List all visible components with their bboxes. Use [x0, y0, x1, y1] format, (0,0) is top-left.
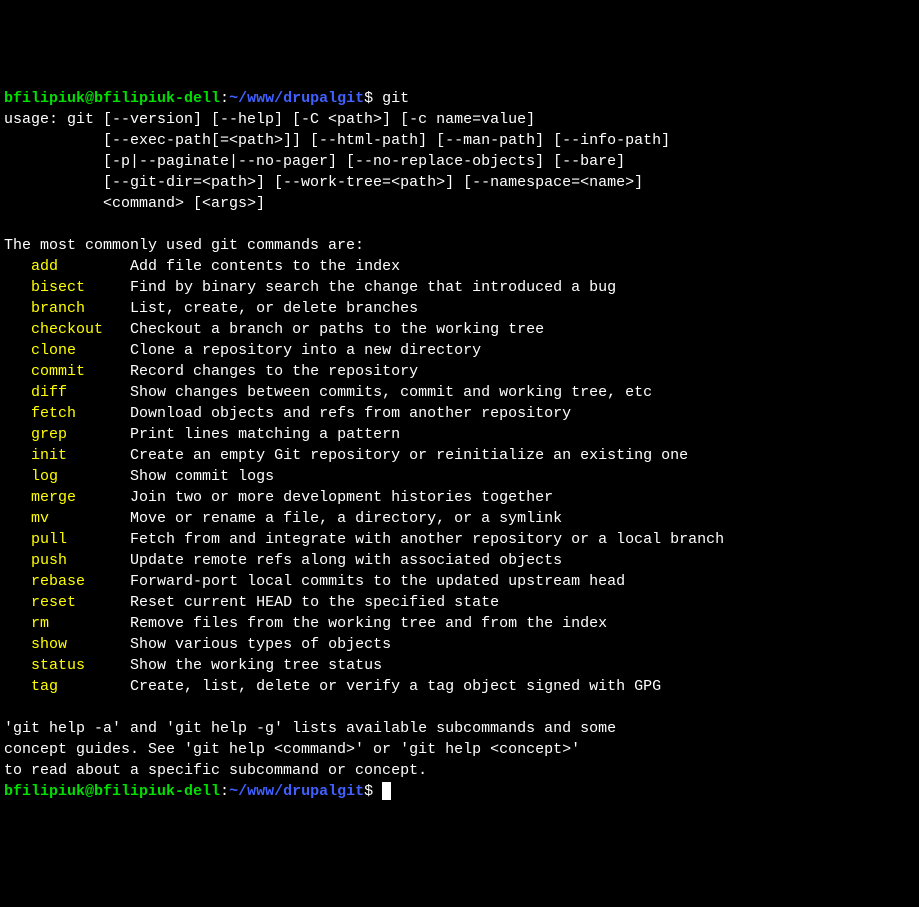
git-cmd-status: status	[31, 655, 121, 676]
git-cmd-desc: Show changes between commits, commit and…	[130, 384, 652, 401]
git-cmd-checkout: checkout	[31, 319, 121, 340]
prompt-colon: :	[220, 90, 229, 107]
git-cmd-desc: Download objects and refs from another r…	[130, 405, 571, 422]
git-cmd-desc: Move or rename a file, a directory, or a…	[130, 510, 562, 527]
git-cmd-rm: rm	[31, 613, 121, 634]
prompt-path: ~/www/drupalgit	[229, 90, 364, 107]
git-cmd-desc: Join two or more development histories t…	[130, 489, 553, 506]
git-cmd-merge: merge	[31, 487, 121, 508]
git-cmd-show: show	[31, 634, 121, 655]
usage-line-2: [-p|--paginate|--no-pager] [--no-replace…	[4, 153, 625, 170]
prompt-dollar: $	[364, 783, 373, 800]
git-cmd-desc: List, create, or delete branches	[130, 300, 418, 317]
prompt-user-host: bfilipiuk@bfilipiuk-dell	[4, 90, 220, 107]
git-cmd-desc: Checkout a branch or paths to the workin…	[130, 321, 544, 338]
terminal-output[interactable]: bfilipiuk@bfilipiuk-dell:~/www/drupalgit…	[4, 88, 915, 802]
git-cmd-reset: reset	[31, 592, 121, 613]
prompt-line-1: bfilipiuk@bfilipiuk-dell:~/www/drupalgit…	[4, 90, 409, 107]
git-cmd-desc: Reset current HEAD to the specified stat…	[130, 594, 499, 611]
git-cmd-add: add	[31, 256, 121, 277]
usage-line-3: [--git-dir=<path>] [--work-tree=<path>] …	[4, 174, 643, 191]
git-cmd-desc: Clone a repository into a new directory	[130, 342, 481, 359]
command-list: add Add file contents to the index bisec…	[4, 256, 915, 697]
git-cmd-desc: Add file contents to the index	[130, 258, 400, 275]
git-cmd-fetch: fetch	[31, 403, 121, 424]
git-cmd-branch: branch	[31, 298, 121, 319]
git-cmd-desc: Update remote refs along with associated…	[130, 552, 562, 569]
prompt-colon: :	[220, 783, 229, 800]
git-cmd-desc: Fetch from and integrate with another re…	[130, 531, 724, 548]
git-cmd-rebase: rebase	[31, 571, 121, 592]
git-cmd-desc: Show various types of objects	[130, 636, 391, 653]
section-header: The most commonly used git commands are:	[4, 237, 364, 254]
git-cmd-init: init	[31, 445, 121, 466]
git-cmd-log: log	[31, 466, 121, 487]
git-cmd-desc: Find by binary search the change that in…	[130, 279, 616, 296]
footer-line-1: concept guides. See 'git help <command>'…	[4, 741, 580, 758]
git-cmd-clone: clone	[31, 340, 121, 361]
usage-line-4: <command> [<args>]	[4, 195, 265, 212]
git-cmd-push: push	[31, 550, 121, 571]
git-cmd-desc: Print lines matching a pattern	[130, 426, 400, 443]
usage-line-1: [--exec-path[=<path>]] [--html-path] [--…	[4, 132, 670, 149]
git-cmd-bisect: bisect	[31, 277, 121, 298]
prompt-dollar: $	[364, 90, 373, 107]
git-cmd-desc: Record changes to the repository	[130, 363, 418, 380]
git-cmd-grep: grep	[31, 424, 121, 445]
cursor	[382, 782, 391, 800]
git-cmd-desc: Show commit logs	[130, 468, 274, 485]
footer-line-2: to read about a specific subcommand or c…	[4, 762, 427, 779]
prompt-user-host: bfilipiuk@bfilipiuk-dell	[4, 783, 220, 800]
git-cmd-pull: pull	[31, 529, 121, 550]
git-cmd-mv: mv	[31, 508, 121, 529]
prompt-line-2: bfilipiuk@bfilipiuk-dell:~/www/drupalgit…	[4, 783, 391, 800]
footer-line-0: 'git help -a' and 'git help -g' lists av…	[4, 720, 616, 737]
git-cmd-desc: Remove files from the working tree and f…	[130, 615, 607, 632]
git-cmd-desc: Show the working tree status	[130, 657, 382, 674]
git-cmd-tag: tag	[31, 676, 121, 697]
command-text: git	[382, 90, 409, 107]
git-cmd-desc: Create, list, delete or verify a tag obj…	[130, 678, 661, 695]
git-cmd-desc: Create an empty Git repository or reinit…	[130, 447, 688, 464]
git-cmd-desc: Forward-port local commits to the update…	[130, 573, 625, 590]
prompt-path: ~/www/drupalgit	[229, 783, 364, 800]
usage-line-0: usage: git [--version] [--help] [-C <pat…	[4, 111, 535, 128]
git-cmd-commit: commit	[31, 361, 121, 382]
git-cmd-diff: diff	[31, 382, 121, 403]
